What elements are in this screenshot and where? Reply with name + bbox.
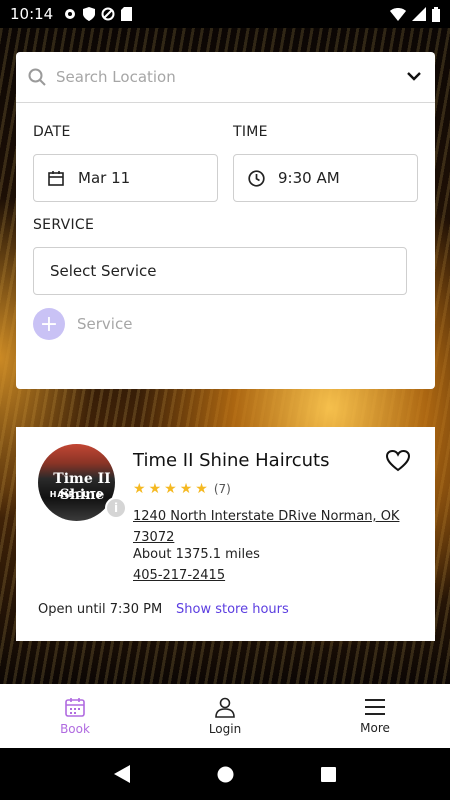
shield-icon <box>83 7 96 21</box>
star-icon: ★ <box>179 481 193 497</box>
service-select[interactable]: Select Service <box>33 247 407 295</box>
booking-search-card: Search Location DATE TIME Mar 11 9:30 AM… <box>16 52 435 389</box>
nav-more-label: More <box>360 721 390 735</box>
favorite-heart-icon[interactable] <box>386 450 410 472</box>
data-saver-icon <box>101 7 115 21</box>
calendar-icon <box>48 171 64 186</box>
plus-icon: + <box>33 308 65 340</box>
show-store-hours-link[interactable]: Show store hours <box>176 602 289 617</box>
wifi-icon <box>390 8 406 21</box>
menu-icon <box>365 699 385 715</box>
nav-more[interactable]: More <box>300 684 450 748</box>
service-select-value: Select Service <box>50 262 157 280</box>
star-icon: ★ <box>148 481 162 497</box>
status-time: 10:14 <box>10 5 54 23</box>
nav-login[interactable]: Login <box>150 684 300 748</box>
store-distance: About 1375.1 miles <box>133 547 260 562</box>
sd-card-icon <box>121 7 133 21</box>
person-icon <box>215 697 235 718</box>
home-icon[interactable] <box>217 766 234 783</box>
calendar-icon <box>65 698 85 717</box>
store-address-link[interactable]: 1240 North Interstate DRive Norman, OK 7… <box>133 506 403 548</box>
store-name[interactable]: Time II Shine Haircuts <box>133 450 329 471</box>
add-service-label: Service <box>77 315 133 333</box>
clock-icon <box>248 169 265 187</box>
status-bar: 10:14 <box>0 0 450 28</box>
bottom-navigation: Book Login More <box>0 684 450 748</box>
star-icon: ★ <box>133 481 146 497</box>
time-field[interactable]: 9:30 AM <box>233 154 418 202</box>
store-avatar: Time II Shine HAIRCUTS <box>38 444 115 521</box>
rating-stars: ★ ★ ★ ★ ★ (7) <box>133 481 231 497</box>
location-search-bar[interactable]: Search Location <box>16 52 435 103</box>
star-icon: ★ <box>164 481 177 497</box>
store-card[interactable]: Time II Shine HAIRCUTS i Time II Shine H… <box>16 427 435 641</box>
info-icon[interactable]: i <box>105 497 127 519</box>
date-label: DATE <box>33 124 71 140</box>
date-field[interactable]: Mar 11 <box>33 154 218 202</box>
chevron-down-icon[interactable] <box>407 72 421 82</box>
time-value: 9:30 AM <box>278 169 340 187</box>
review-count: (7) <box>213 482 231 496</box>
recents-icon[interactable] <box>321 766 337 782</box>
store-sign-subtext: HAIRCUTS <box>49 490 104 499</box>
search-input[interactable]: Search Location <box>56 68 407 86</box>
star-icon: ★ <box>195 481 208 497</box>
signal-icon <box>412 7 426 21</box>
nav-login-label: Login <box>208 722 242 736</box>
settings-icon <box>65 9 76 19</box>
battery-icon <box>432 6 440 22</box>
add-service-button[interactable]: + Service <box>33 308 132 340</box>
time-label: TIME <box>233 124 268 140</box>
store-phone-link[interactable]: 405-217-2415 <box>133 568 225 583</box>
search-icon <box>28 68 46 86</box>
service-label: SERVICE <box>33 217 95 233</box>
nav-book[interactable]: Book <box>0 684 150 748</box>
date-value: Mar 11 <box>78 169 131 187</box>
back-icon[interactable] <box>113 765 130 783</box>
open-status: Open until 7:30 PM <box>38 602 163 617</box>
nav-book-label: Book <box>60 722 90 736</box>
system-navigation-bar <box>0 748 450 800</box>
